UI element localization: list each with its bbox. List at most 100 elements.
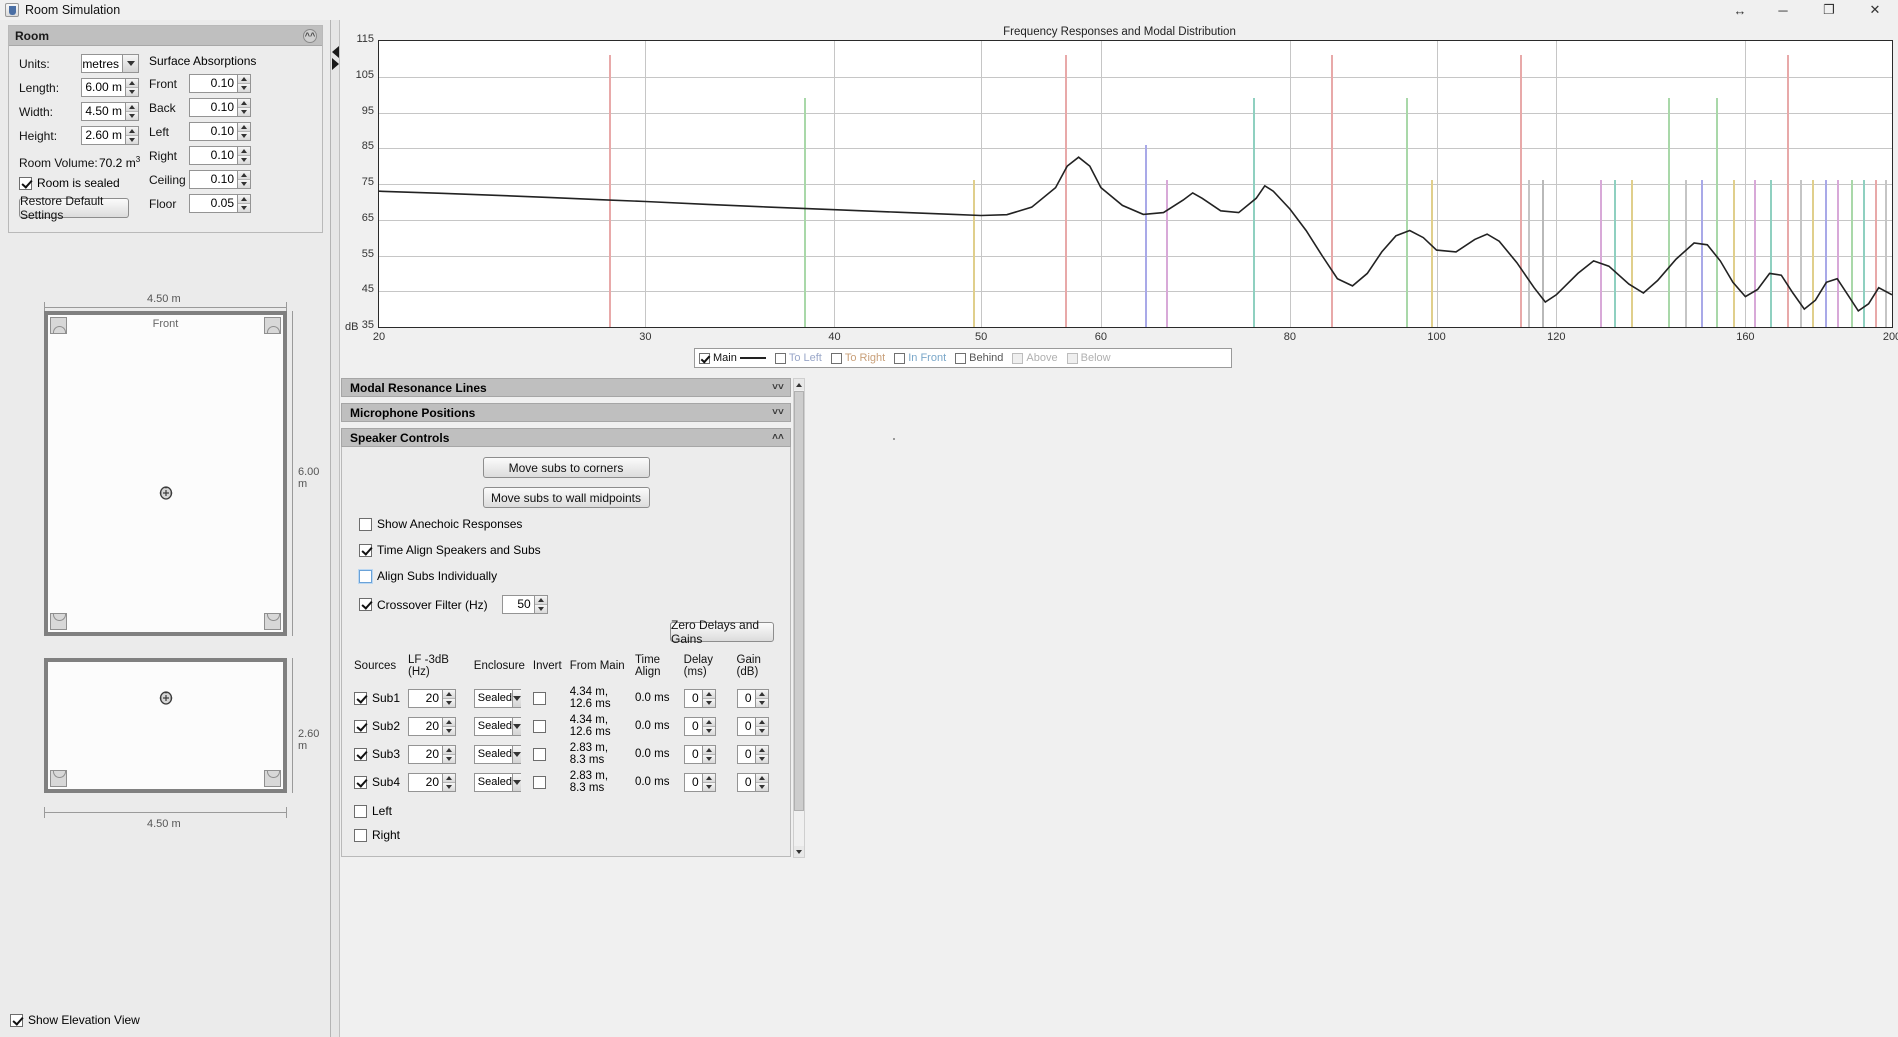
lf-cell[interactable]: 20 [404, 768, 470, 796]
elev-microphone-marker[interactable] [158, 690, 174, 706]
checkbox-icon[interactable] [894, 352, 906, 364]
chevron-down-icon[interactable] [512, 745, 522, 763]
value-stepper[interactable]: 20 [408, 716, 457, 736]
stepper-value[interactable]: 0 [685, 690, 702, 707]
delay-cell[interactable]: 0 [680, 740, 733, 768]
panel-splitter[interactable] [331, 20, 340, 1037]
checkbox-icon[interactable] [359, 569, 372, 583]
width-stepper[interactable]: 4.50 m [81, 102, 139, 121]
spin-down-icon[interactable] [238, 204, 250, 212]
lf-cell[interactable]: 20 [404, 740, 470, 768]
absorption-stepper[interactable]: 0.10 [189, 74, 251, 93]
spin-up-icon[interactable] [238, 195, 250, 204]
enclosure-select[interactable]: Sealed [473, 688, 522, 708]
spin-up-icon[interactable] [702, 745, 715, 755]
move-subs-to-wall-midpoints-button[interactable]: Move subs to wall midpoints [482, 487, 650, 508]
absorption-stepper[interactable]: 0.10 [189, 146, 251, 165]
spin-down-icon[interactable] [443, 698, 456, 707]
spin-down-icon[interactable] [238, 132, 250, 140]
spin-up-icon[interactable] [238, 75, 250, 84]
stepper-buttons[interactable] [442, 745, 456, 763]
spin-up-icon[interactable] [443, 717, 456, 727]
chevron-down-icon[interactable]: ˅˅ [771, 406, 785, 420]
stepper-buttons[interactable] [701, 773, 715, 791]
spin-up-icon[interactable] [702, 773, 715, 783]
resize-icon[interactable]: ↔ [1720, 0, 1760, 20]
spin-down-icon[interactable] [702, 726, 715, 735]
chevron-down-icon[interactable] [512, 689, 522, 707]
spin-down-icon[interactable] [755, 726, 768, 735]
spin-up-icon[interactable] [443, 773, 456, 783]
stepper-value[interactable]: 0 [738, 774, 755, 791]
stepper-value[interactable]: 20 [409, 774, 442, 791]
stepper-value[interactable]: 0 [685, 718, 702, 735]
length-stepper[interactable]: 6.00 m [81, 78, 139, 97]
value-stepper[interactable]: 0 [683, 744, 716, 764]
spin-down-icon[interactable] [443, 754, 456, 763]
accordion-modal-resonance-lines[interactable]: Modal Resonance Lines ˅˅ [341, 378, 791, 397]
absorption-stepper[interactable]: 0.10 [189, 122, 251, 141]
value-stepper[interactable]: 20 [408, 744, 457, 764]
chevron-down-icon[interactable] [512, 717, 522, 735]
stepper-buttons[interactable] [442, 689, 456, 707]
maximize-button[interactable]: ❐ [1806, 0, 1852, 20]
show-elevation-checkbox[interactable]: Show Elevation View [10, 1013, 140, 1027]
invert-checkbox-icon[interactable] [532, 747, 546, 761]
absorption-spin-buttons[interactable] [237, 147, 250, 164]
align-subs-individually-checkbox[interactable]: Align Subs Individually [359, 569, 782, 583]
spin-up-icon[interactable] [534, 596, 547, 605]
spin-down-icon[interactable] [702, 754, 715, 763]
height-value[interactable]: 2.60 m [82, 127, 125, 144]
delay-cell[interactable]: 0 [680, 768, 733, 796]
room-panel-header[interactable]: Room ^^ [9, 26, 322, 46]
spin-down-icon[interactable] [443, 782, 456, 791]
units-select[interactable]: metres [81, 54, 139, 73]
checkbox-icon[interactable] [354, 775, 367, 789]
spin-down-icon[interactable] [126, 136, 138, 144]
absorption-stepper[interactable]: 0.10 [189, 170, 251, 189]
absorption-value[interactable]: 0.05 [190, 195, 237, 212]
spin-up-icon[interactable] [755, 745, 768, 755]
length-spin-buttons[interactable] [125, 79, 138, 96]
invert-cell[interactable] [529, 768, 566, 796]
checkbox-icon[interactable] [10, 1013, 23, 1027]
stepper-buttons[interactable] [442, 773, 456, 791]
gain-cell[interactable]: 0 [733, 712, 782, 740]
spin-down-icon[interactable] [126, 112, 138, 120]
absorption-value[interactable]: 0.10 [190, 123, 237, 140]
value-stepper[interactable]: 0 [736, 688, 769, 708]
value-stepper[interactable]: 0 [683, 716, 716, 736]
invert-cell[interactable] [529, 712, 566, 740]
spin-up-icon[interactable] [126, 103, 138, 112]
checkbox-icon[interactable] [359, 517, 372, 531]
value-stepper[interactable]: 20 [408, 688, 457, 708]
zero-delays-and-gains-button[interactable]: Zero Delays and Gains [670, 618, 774, 646]
scrollbar-thumb[interactable] [794, 391, 804, 811]
spin-up-icon[interactable] [443, 745, 456, 755]
close-button[interactable]: ✕ [1852, 0, 1898, 20]
absorption-spin-buttons[interactable] [237, 171, 250, 188]
checkbox-icon[interactable] [774, 352, 786, 364]
spin-down-icon[interactable] [238, 108, 250, 116]
speaker-front-right[interactable] [264, 317, 281, 334]
source-name-cell[interactable]: Left [350, 796, 404, 820]
stepper-buttons[interactable] [754, 773, 768, 791]
stepper-value[interactable]: 0 [738, 718, 755, 735]
enclosure-cell[interactable]: Sealed [470, 740, 529, 768]
stepper-buttons[interactable] [754, 689, 768, 707]
invert-checkbox-icon[interactable] [532, 775, 546, 789]
speaker-front-left[interactable] [50, 317, 67, 334]
source-name-cell[interactable]: Sub4 [350, 768, 404, 796]
legend-item-behind[interactable]: Behind [955, 352, 1003, 364]
absorption-stepper[interactable]: 0.05 [189, 194, 251, 213]
spin-up-icon[interactable] [443, 689, 456, 699]
lf-cell[interactable]: 20 [404, 712, 470, 740]
value-stepper[interactable]: 20 [408, 772, 457, 792]
delay-cell[interactable]: 0 [680, 684, 733, 712]
stepper-value[interactable]: 0 [685, 774, 702, 791]
invert-cell[interactable] [529, 684, 566, 712]
panel-scrollbar[interactable] [793, 378, 805, 858]
spin-up-icon[interactable] [238, 171, 250, 180]
enclosure-cell[interactable]: Sealed [470, 684, 529, 712]
absorption-value[interactable]: 0.10 [190, 171, 237, 188]
